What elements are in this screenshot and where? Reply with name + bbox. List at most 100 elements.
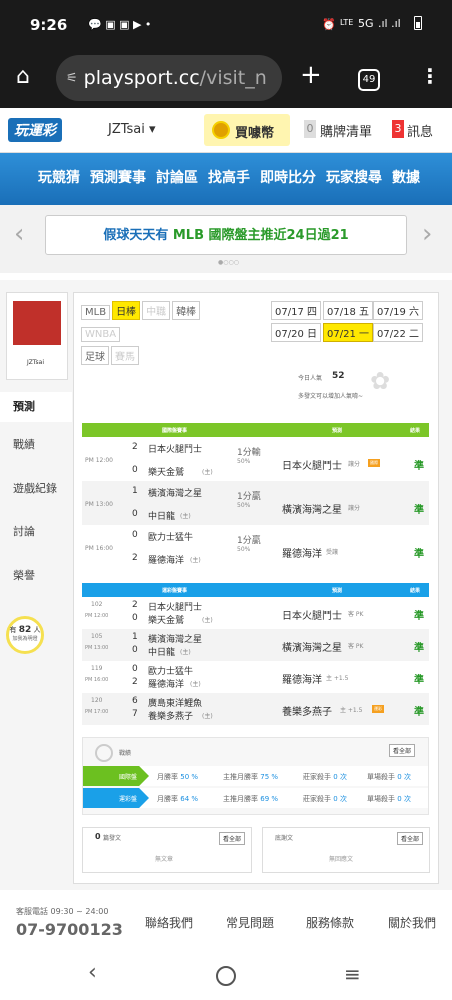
- date-chip[interactable]: 07/19 六: [373, 301, 423, 320]
- league-tag[interactable]: 賽馬: [111, 346, 139, 365]
- stat-unit: %: [191, 773, 199, 781]
- sidebar-item-discussion[interactable]: 討論: [0, 523, 72, 539]
- replies-see-all[interactable]: 看全部: [397, 832, 424, 845]
- site-logo[interactable]: 玩運彩: [8, 118, 62, 142]
- cart-link[interactable]: 購牌清單: [320, 121, 372, 140]
- main-rate: 主推月勝率 69 %: [223, 794, 278, 804]
- score-away: 1: [132, 632, 138, 642]
- score-away: 2: [132, 600, 138, 610]
- score-home: 0: [132, 465, 138, 475]
- nav-item[interactable]: 玩家搜尋: [326, 167, 382, 187]
- footer-link-about[interactable]: 關於我們: [388, 914, 436, 931]
- league-tag-selected[interactable]: 日棒: [112, 301, 141, 320]
- stat-value: 0: [397, 773, 402, 781]
- date-chip[interactable]: 07/22 二: [373, 323, 423, 342]
- posts-count: 0: [95, 832, 101, 841]
- alarm-icon: ⏰: [322, 18, 336, 31]
- record-row-intl: 國際盤 月勝率 50 % 主推月勝率 75 % 莊家殺手 0 次 單場殺手 0 …: [83, 766, 428, 786]
- new-tab-icon[interactable]: +: [300, 60, 322, 90]
- service-phone[interactable]: 07-9700123: [16, 920, 123, 939]
- nav-item[interactable]: 即時比分: [260, 167, 316, 187]
- chevron-right-icon[interactable]: ›: [422, 219, 432, 249]
- nav-item[interactable]: 討論區: [156, 167, 198, 187]
- home-circle-icon[interactable]: [216, 966, 236, 986]
- pick-team: 橫濱海灣之星: [282, 643, 342, 654]
- league-filter: MLB 日棒 中職 韓棒 WNBA 足球 賽馬: [80, 299, 260, 367]
- home-mark: (主): [190, 681, 201, 688]
- team-away: 歐力士猛牛: [148, 533, 194, 543]
- stat-label: 月勝率: [157, 773, 178, 781]
- table-row: 102 PM 12:00 2 日本火腿鬥士 0 樂天金鷲 (主) 日本火腿鬥士 …: [82, 597, 429, 629]
- score-away: 0: [132, 530, 138, 540]
- footer-link-terms[interactable]: 服務條款: [306, 914, 354, 931]
- local-table: 102 PM 12:00 2 日本火腿鬥士 0 樂天金鷲 (主) 日本火腿鬥士 …: [82, 597, 429, 725]
- league-tag[interactable]: MLB: [81, 305, 111, 320]
- team-away: 日本火腿鬥士: [148, 445, 203, 455]
- status-bar: 9:26 💬 ▣ ▣ ▶ • ⏰ LTE 5G .ıl .ıl: [0, 0, 452, 52]
- footer-link-faq[interactable]: 常見問題: [226, 914, 274, 931]
- game-time: PM 13:00: [85, 501, 113, 508]
- league-tag[interactable]: WNBA: [81, 327, 121, 342]
- recents-icon[interactable]: ≡: [344, 962, 361, 986]
- nav-item[interactable]: 找高手: [208, 167, 250, 187]
- url-host: playsport.cc: [83, 67, 200, 89]
- like-prefix: 有: [9, 626, 17, 634]
- address-bar[interactable]: ⚟ playsport.cc/visit_n: [56, 55, 282, 101]
- menu-icon[interactable]: ⋮: [420, 64, 440, 88]
- record-see-all[interactable]: 看全部: [389, 744, 416, 757]
- tab-switcher-button[interactable]: 49: [358, 69, 380, 91]
- team-home: 中日龍: [148, 648, 176, 658]
- team-away: 橫濱海灣之星: [148, 635, 203, 645]
- table-row: 120 PM 17:00 6 廣島東洋鯉魚 7 養樂多燕子 (主) 養樂多燕子 …: [82, 693, 429, 725]
- prediction-panel: MLB 日棒 中職 韓棒 WNBA 足球 賽馬 07/17 四 07/18 五 07/1…: [73, 292, 439, 884]
- date-chip-selected[interactable]: 07/21 一: [323, 323, 373, 342]
- date-chip[interactable]: 07/18 五: [323, 301, 373, 320]
- site-info-icon[interactable]: ⚟: [66, 71, 78, 86]
- sidebar-item-record[interactable]: 戰績: [0, 436, 72, 452]
- pick-team: 羅德海洋: [282, 675, 322, 686]
- chevron-left-icon[interactable]: ‹: [14, 219, 24, 249]
- like-bulb[interactable]: 有 82 人 加我為明燈: [6, 616, 44, 654]
- posts-see-all[interactable]: 看全部: [219, 832, 246, 845]
- nav-item[interactable]: 玩競猜: [38, 167, 80, 187]
- posts-empty: 無文章: [155, 856, 174, 863]
- pick-team: 橫濱海灣之星: [282, 505, 342, 516]
- stat-unit: 次: [403, 773, 411, 781]
- nav-item[interactable]: 預測賽事: [90, 167, 146, 187]
- nav-item[interactable]: 數據: [392, 167, 420, 187]
- sidebar-item-game-log[interactable]: 遊戲紀錄: [0, 480, 72, 496]
- messages-link[interactable]: 訊息: [407, 121, 433, 140]
- team-away: 歐力士猛牛: [148, 667, 194, 677]
- home-icon[interactable]: ⌂: [16, 64, 30, 89]
- back-icon[interactable]: ‹: [88, 960, 97, 985]
- profile-card[interactable]: JZTsai: [6, 292, 68, 380]
- score-away: 0: [132, 664, 138, 674]
- home-mark: (主): [202, 617, 213, 624]
- team-home: 樂天金鷲: [148, 468, 185, 478]
- buy-coins-button[interactable]: 買噱幣: [204, 114, 290, 146]
- game-time: PM 16:00: [85, 545, 113, 552]
- team-home: 中日龍: [148, 512, 176, 522]
- date-chip[interactable]: 07/17 四: [271, 301, 321, 320]
- promo-link[interactable]: 假球天天有 MLB 國際盤主推近24日過21: [45, 215, 407, 255]
- pick-team: 養樂多燕子: [282, 707, 332, 718]
- result-badge: 準: [414, 675, 424, 686]
- pick-note: 主 +1.5: [340, 707, 363, 714]
- handicap-line: 1分贏: [237, 492, 261, 502]
- league-tag[interactable]: 中職: [142, 301, 171, 320]
- league-tag[interactable]: 足球: [81, 346, 109, 365]
- pick-note: 讓分: [348, 505, 361, 512]
- sidebar-item-predict[interactable]: 預測: [0, 392, 72, 422]
- posts-box: 0 篇發文 看全部 無文章: [82, 827, 252, 873]
- footer-link-contact[interactable]: 聯絡我們: [145, 914, 193, 931]
- cart-count: 0: [304, 120, 316, 138]
- date-chip[interactable]: 07/20 日: [271, 323, 321, 342]
- user-dropdown[interactable]: JZTsai ▾: [108, 122, 156, 137]
- pick-note: 讓分: [348, 461, 361, 468]
- league-tag[interactable]: 韓棒: [172, 301, 201, 320]
- sidebar-item-honor[interactable]: 榮譽: [0, 567, 72, 583]
- stat-value: 0: [333, 795, 338, 803]
- team-away: 廣島東洋鯉魚: [148, 699, 203, 709]
- team-home: 樂天金鷲: [148, 616, 185, 626]
- stat-unit: %: [271, 773, 279, 781]
